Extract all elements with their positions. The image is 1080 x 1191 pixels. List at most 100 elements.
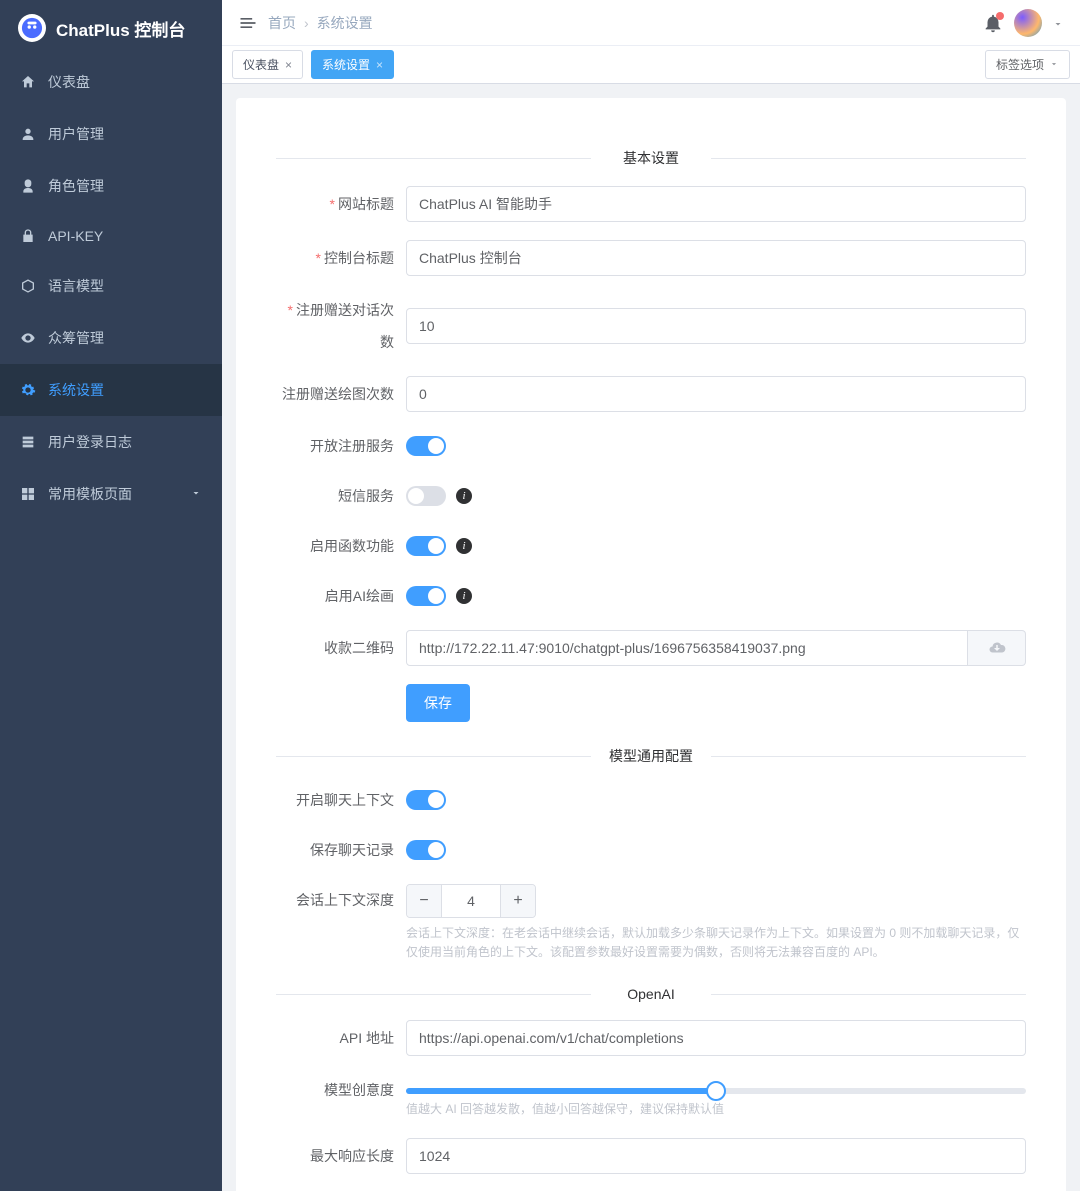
label-context-depth: 会话上下文深度: [276, 884, 406, 916]
tab-system-settings[interactable]: 系统设置 ×: [311, 50, 394, 79]
settings-panel: 基本设置 *网站标题 *控制台标题 *注册赠送对话次数 注册赠送: [236, 98, 1066, 1191]
label-openai-temperature: 模型创意度: [276, 1074, 406, 1106]
user-icon: [20, 126, 36, 142]
notifications-button[interactable]: [982, 12, 1004, 34]
upload-button[interactable]: [968, 630, 1026, 666]
stepper-minus-button[interactable]: −: [407, 885, 441, 917]
console-title-input[interactable]: [406, 240, 1026, 276]
chevron-right-icon: ›: [304, 15, 309, 31]
chevron-down-icon: [190, 486, 202, 502]
label-site-title: *网站标题: [276, 188, 406, 220]
pay-qr-input[interactable]: [406, 630, 968, 666]
reg-chat-count-input[interactable]: [406, 308, 1026, 344]
sidebar-item-label: 系统设置: [48, 380, 104, 400]
label-reg-draw-count: 注册赠送绘图次数: [276, 378, 406, 410]
section-basic: 基本设置 *网站标题 *控制台标题 *注册赠送对话次数 注册赠送: [276, 148, 1026, 722]
open-reg-switch[interactable]: [406, 436, 446, 456]
info-icon[interactable]: i: [456, 538, 472, 554]
sidebar-item-label: API-KEY: [48, 228, 103, 244]
chevron-down-icon[interactable]: [1052, 17, 1064, 29]
label-openai-max: 最大响应长度: [276, 1140, 406, 1172]
info-icon[interactable]: i: [456, 588, 472, 604]
section-model: 模型通用配置 开启聊天上下文 保存聊天记录 会话: [276, 746, 1026, 962]
slider-thumb[interactable]: [706, 1081, 726, 1101]
sidebar-item-label: 角色管理: [48, 176, 104, 196]
sidebar-item-dashboard[interactable]: 仪表盘: [0, 56, 222, 108]
label-sms: 短信服务: [276, 480, 406, 512]
grid-icon: [20, 486, 36, 502]
lock-icon: [20, 228, 36, 244]
breadcrumb-current: 系统设置: [317, 13, 373, 33]
reg-draw-count-input[interactable]: [406, 376, 1026, 412]
sidebar-item-label: 语言模型: [48, 276, 104, 296]
context-depth-input[interactable]: [441, 885, 501, 917]
sidebar-item-models[interactable]: 语言模型: [0, 260, 222, 312]
label-save-chat: 保存聊天记录: [276, 834, 406, 866]
stepper-plus-button[interactable]: +: [501, 885, 535, 917]
sidebar-item-label: 用户管理: [48, 124, 104, 144]
main: 首页 › 系统设置 仪表盘 × 系统设置 × 标签选项: [222, 0, 1080, 1191]
brand: ChatPlus 控制台: [0, 0, 222, 56]
info-icon[interactable]: i: [456, 488, 472, 504]
sidebar-item-funding[interactable]: 众筹管理: [0, 312, 222, 364]
label-open-reg: 开放注册服务: [276, 430, 406, 462]
label-reg-chat-count: *注册赠送对话次数: [276, 294, 406, 358]
sidebar-menu: 仪表盘 用户管理 角色管理 API-KEY 语言模型 众筹管理: [0, 56, 222, 520]
enable-func-switch[interactable]: [406, 536, 446, 556]
label-openai-api: API 地址: [276, 1022, 406, 1054]
section-title: 模型通用配置: [276, 746, 1026, 766]
sidebar-item-roles[interactable]: 角色管理: [0, 160, 222, 212]
tabs-bar: 仪表盘 × 系统设置 × 标签选项: [222, 46, 1080, 84]
context-depth-hint: 会话上下文深度：在老会话中继续会话，默认加载多少条聊天记录作为上下文。如果设置为…: [406, 924, 1026, 962]
sms-switch[interactable]: [406, 486, 446, 506]
sidebar-item-apikey[interactable]: API-KEY: [0, 212, 222, 260]
close-icon[interactable]: ×: [285, 58, 292, 72]
openai-temperature-slider[interactable]: [406, 1088, 1026, 1094]
save-button[interactable]: 保存: [406, 684, 470, 722]
content-scroll[interactable]: 基本设置 *网站标题 *控制台标题 *注册赠送对话次数 注册赠送: [222, 84, 1080, 1191]
sidebar-item-users[interactable]: 用户管理: [0, 108, 222, 160]
save-chat-switch[interactable]: [406, 840, 446, 860]
label-enable-func: 启用函数功能: [276, 530, 406, 562]
sidebar-item-system-settings[interactable]: 系统设置: [0, 364, 222, 416]
sidebar-item-label: 仪表盘: [48, 72, 90, 92]
context-depth-stepper[interactable]: − +: [406, 884, 536, 918]
site-title-input[interactable]: [406, 186, 1026, 222]
home-icon: [20, 74, 36, 90]
section-openai: OpenAI API 地址 模型创意度 值越大 AI 回答越发散，值越小回: [276, 986, 1026, 1173]
openai-temperature-hint: 值越大 AI 回答越发散，值越小回答越保守，建议保持默认值: [406, 1100, 1026, 1119]
close-icon[interactable]: ×: [376, 58, 383, 72]
sidebar: ChatPlus 控制台 仪表盘 用户管理 角色管理 API-KEY 语言模型: [0, 0, 222, 1191]
sidebar-item-templates[interactable]: 常用模板页面: [0, 468, 222, 520]
enable-ai-draw-switch[interactable]: [406, 586, 446, 606]
openai-api-input[interactable]: [406, 1020, 1026, 1056]
tab-options-dropdown[interactable]: 标签选项: [985, 50, 1070, 79]
eye-icon: [20, 330, 36, 346]
hamburger-icon[interactable]: [238, 13, 258, 33]
tab-label: 系统设置: [322, 56, 370, 73]
topbar: 首页 › 系统设置: [222, 0, 1080, 46]
sidebar-item-label: 众筹管理: [48, 328, 104, 348]
sidebar-item-login-log[interactable]: 用户登录日志: [0, 416, 222, 468]
section-title: OpenAI: [276, 986, 1026, 1002]
notification-dot-icon: [996, 12, 1004, 20]
label-chat-context: 开启聊天上下文: [276, 784, 406, 816]
gear-icon: [20, 382, 36, 398]
sidebar-item-label: 常用模板页面: [48, 484, 132, 504]
label-pay-qr: 收款二维码: [276, 632, 406, 664]
openai-max-input[interactable]: [406, 1138, 1026, 1174]
section-title: 基本设置: [276, 148, 1026, 168]
tab-options-label: 标签选项: [996, 56, 1044, 73]
cube-icon: [20, 278, 36, 294]
label-console-title: *控制台标题: [276, 242, 406, 274]
chevron-down-icon: [1049, 58, 1059, 72]
user-avatar[interactable]: [1014, 9, 1042, 37]
breadcrumb-home[interactable]: 首页: [268, 13, 296, 33]
breadcrumb: 首页 › 系统设置: [268, 13, 373, 33]
cloud-upload-icon: [988, 639, 1006, 657]
sidebar-item-label: 用户登录日志: [48, 432, 132, 452]
chat-context-switch[interactable]: [406, 790, 446, 810]
label-enable-ai-draw: 启用AI绘画: [276, 580, 406, 612]
tab-dashboard[interactable]: 仪表盘 ×: [232, 50, 303, 79]
tab-label: 仪表盘: [243, 56, 279, 73]
